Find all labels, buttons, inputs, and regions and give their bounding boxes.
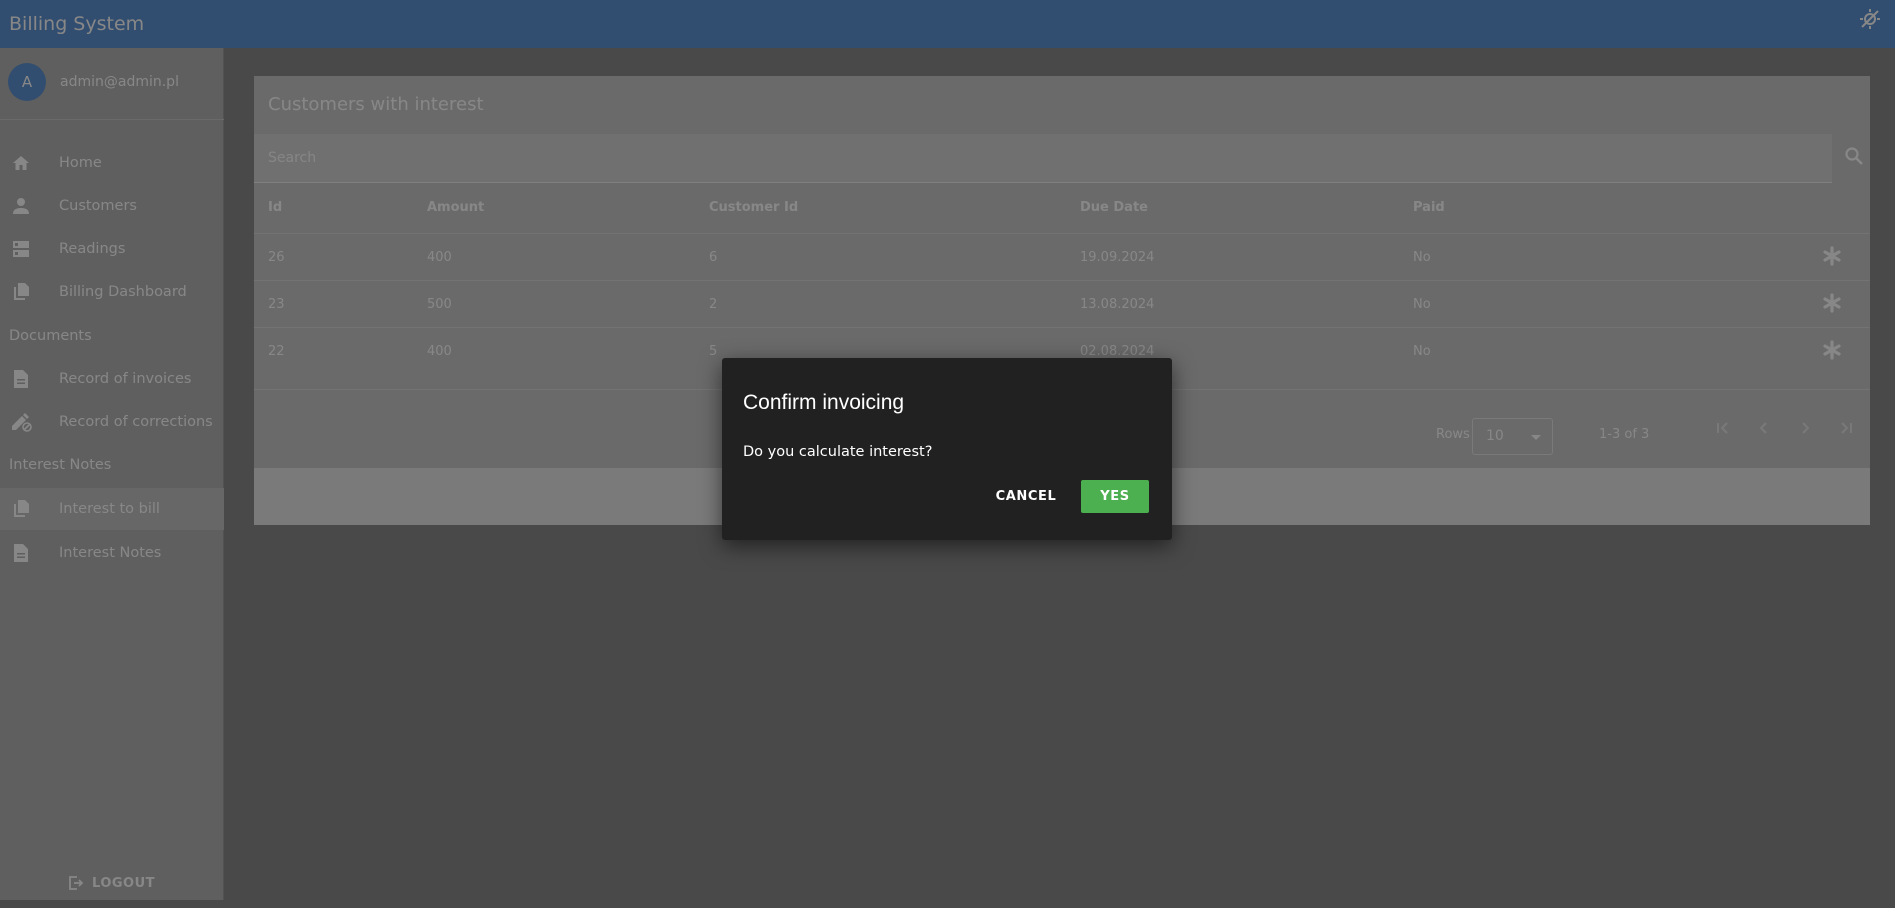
dialog-title: Confirm invoicing (743, 391, 905, 414)
dialog-message: Do you calculate interest? (743, 444, 933, 460)
confirm-yes-button[interactable]: YES (1081, 480, 1149, 513)
cancel-button[interactable]: CANCEL (988, 480, 1064, 512)
confirm-dialog: Confirm invoicing Do you calculate inter… (722, 358, 1172, 540)
